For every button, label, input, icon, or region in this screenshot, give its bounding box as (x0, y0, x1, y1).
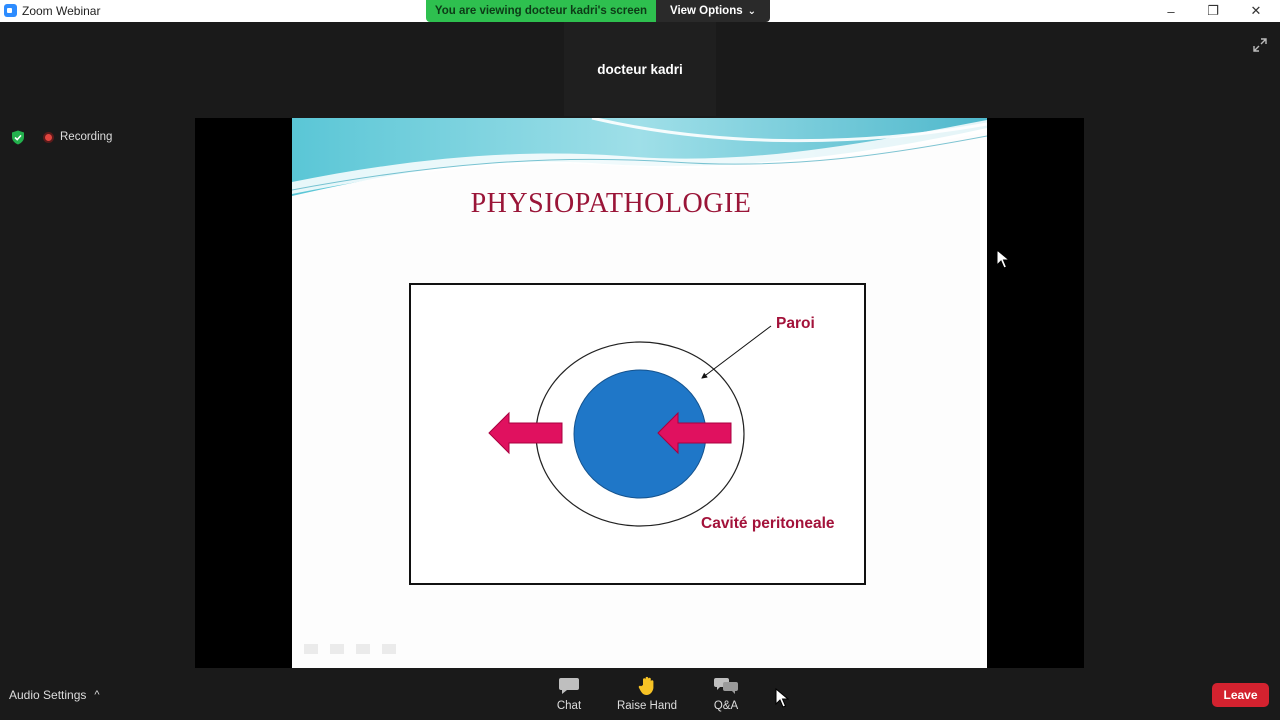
recording-label: Recording (60, 131, 113, 143)
mouse-cursor-icon (996, 249, 1010, 269)
qa-label: Q&A (713, 700, 739, 712)
chat-button[interactable]: Chat (537, 676, 601, 716)
chat-label: Chat (556, 700, 582, 712)
slide-title: PHYSIOPATHOLOGIE (470, 188, 752, 219)
slide-pen-icon[interactable] (330, 644, 344, 654)
audio-settings-button[interactable]: Audio Settings ^ (9, 688, 100, 702)
view-options-label: View Options (669, 5, 743, 17)
mouse-cursor-icon (775, 688, 789, 708)
qa-icon (714, 678, 738, 694)
label-paroi: Paroi (776, 315, 815, 332)
chevron-up-icon[interactable]: ^ (94, 689, 99, 701)
minimize-button[interactable]: – (1149, 0, 1193, 22)
paroi-pointer-line (701, 325, 772, 379)
fullscreen-icon[interactable] (1252, 37, 1268, 53)
raise-hand-label: Raise Hand (616, 700, 678, 712)
window-title: Zoom Webinar (22, 4, 101, 18)
presentation-slide: PHYSIOPATHOLOGIE Paroi Cavité peritoneal… (292, 118, 987, 668)
zoom-app-icon (4, 4, 17, 17)
chevron-down-icon: ⌄ (747, 5, 757, 17)
view-options-button[interactable]: View Options ⌄ (656, 0, 770, 22)
recording-icon (43, 132, 54, 143)
viewing-screen-message: You are viewing docteur kadri's screen (426, 0, 656, 22)
chat-icon (559, 678, 579, 694)
diagram-frame: Paroi Cavité peritoneale (409, 283, 866, 585)
raise-hand-icon (638, 676, 654, 695)
active-speaker-name: docteur kadri (597, 62, 683, 77)
slide-prev-icon[interactable] (304, 644, 318, 654)
slide-menu-icon[interactable] (356, 644, 370, 654)
leave-button[interactable]: Leave (1212, 683, 1269, 707)
screen-share-banner: You are viewing docteur kadri's screen V… (426, 0, 770, 22)
slide-navigation-controls[interactable] (304, 644, 396, 654)
qa-button[interactable]: Q&A (694, 676, 758, 716)
restore-button[interactable]: ❐ (1191, 0, 1235, 22)
label-cavite-peritoneale: Cavité peritoneale (701, 515, 835, 532)
close-button[interactable]: ✕ (1234, 0, 1278, 22)
shield-icon[interactable] (11, 130, 25, 145)
raise-hand-button[interactable]: Raise Hand (615, 676, 679, 716)
audio-settings-label: Audio Settings (9, 688, 87, 702)
slide-next-icon[interactable] (382, 644, 396, 654)
